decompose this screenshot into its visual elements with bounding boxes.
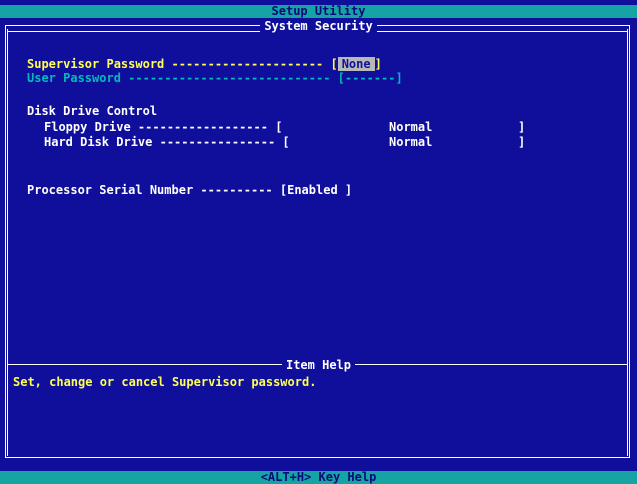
section-title: System Security <box>0 19 637 33</box>
supervisor-password-leader: --------------------- <box>164 57 331 71</box>
main-frame-inner <box>7 29 628 456</box>
user-password-value: ------- <box>344 71 396 85</box>
setup-utility-title-bar: Setup Utility <box>0 5 637 18</box>
user-password-row: User Password --------------------------… <box>27 71 403 85</box>
bracket-close: ] <box>518 135 526 149</box>
bracket-open: [ <box>282 135 290 149</box>
processor-serial-label: Processor Serial Number <box>27 183 194 197</box>
supervisor-password-row[interactable]: Supervisor Password --------------------… <box>27 57 382 71</box>
bracket-close: ] <box>395 71 403 85</box>
app-title: Setup Utility <box>271 4 366 18</box>
processor-serial-value[interactable]: Enabled <box>287 183 338 197</box>
floppy-drive-row[interactable]: Floppy Drive ------------------ [ <box>44 120 282 134</box>
floppy-drive-label: Floppy Drive <box>44 120 131 134</box>
bracket-open: [ <box>330 57 338 71</box>
bracket-close: ] <box>374 57 382 71</box>
bracket-open: [ <box>337 71 345 85</box>
processor-serial-row[interactable]: Processor Serial Number ---------- [Enab… <box>27 183 352 197</box>
item-help-title-text: Item Help <box>281 358 356 372</box>
user-password-label: User Password <box>27 71 121 85</box>
supervisor-password-value[interactable]: None <box>337 57 375 71</box>
floppy-drive-value[interactable]: Normal <box>389 120 432 134</box>
disk-drive-heading: Disk Drive Control <box>27 104 158 118</box>
supervisor-password-label: Supervisor Password <box>27 57 165 71</box>
hard-disk-drive-value[interactable]: Normal <box>389 135 432 149</box>
key-help-bar: <ALT+H> Key Help <box>0 471 637 484</box>
bracket-close: ] <box>518 120 526 134</box>
item-help-text: Set, change or cancel Supervisor passwor… <box>13 375 317 389</box>
bracket-open: [ <box>275 120 283 134</box>
hard-disk-drive-leader: ---------------- <box>152 135 283 149</box>
floppy-drive-leader: ------------------ <box>130 120 276 134</box>
bracket-close: ] <box>337 183 353 197</box>
user-password-leader: ---------------------------- <box>120 71 338 85</box>
hard-disk-drive-label: Hard Disk Drive <box>44 135 153 149</box>
item-help-title: Item Help <box>0 358 637 372</box>
key-help-hint[interactable]: <ALT+H> Key Help <box>261 470 377 484</box>
processor-serial-leader: ---------- <box>193 183 280 197</box>
section-title-text: System Security <box>260 19 377 33</box>
hard-disk-drive-row[interactable]: Hard Disk Drive ---------------- [ <box>44 135 290 149</box>
